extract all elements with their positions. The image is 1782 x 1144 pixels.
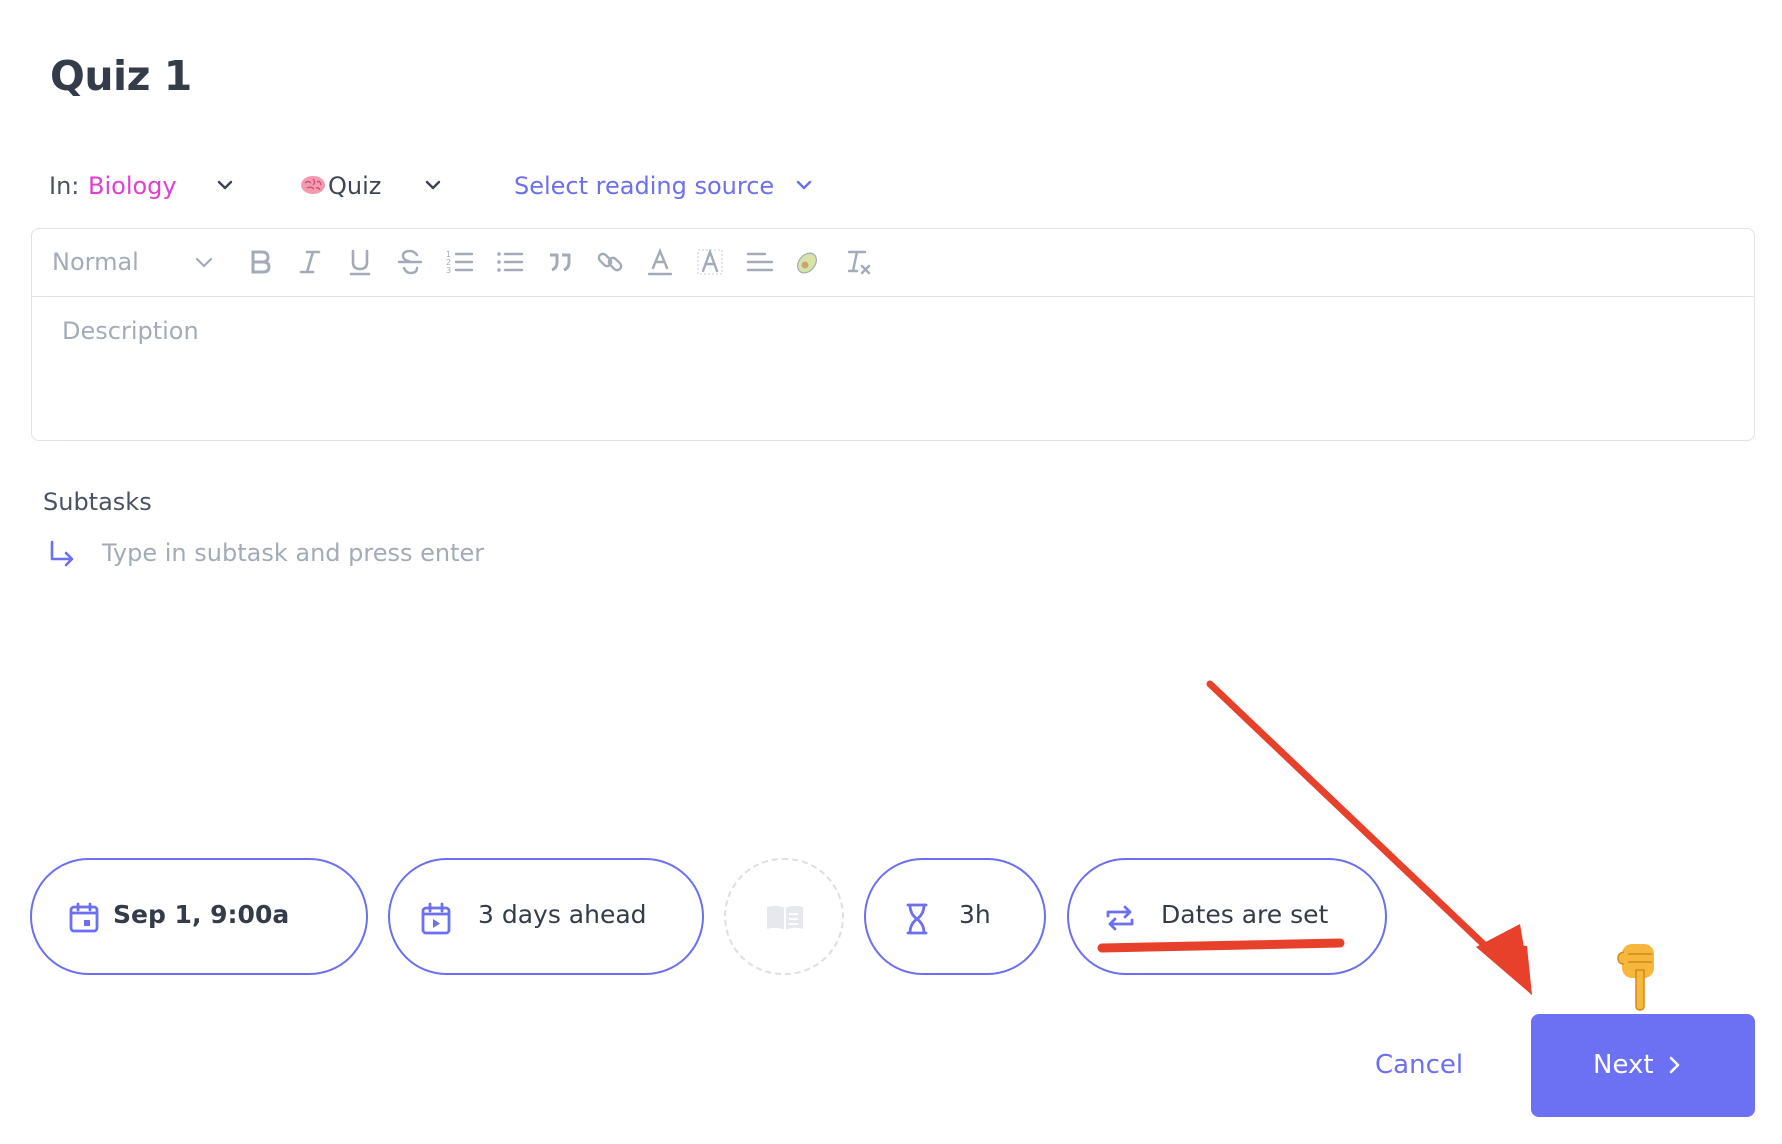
annotation-arrow-shaft (1206, 680, 1502, 962)
chevron-right-icon (1669, 1056, 1680, 1074)
annotation-overlay (1097, 680, 1532, 995)
next-button[interactable]: Next (1531, 1014, 1755, 1117)
annotation-underline (1097, 938, 1345, 953)
annotation-arrow-head-fill (1476, 924, 1532, 995)
next-label: Next (1593, 1050, 1654, 1080)
pointing-hand-icon (1617, 944, 1654, 1011)
cancel-button[interactable]: Cancel (1375, 1050, 1463, 1080)
